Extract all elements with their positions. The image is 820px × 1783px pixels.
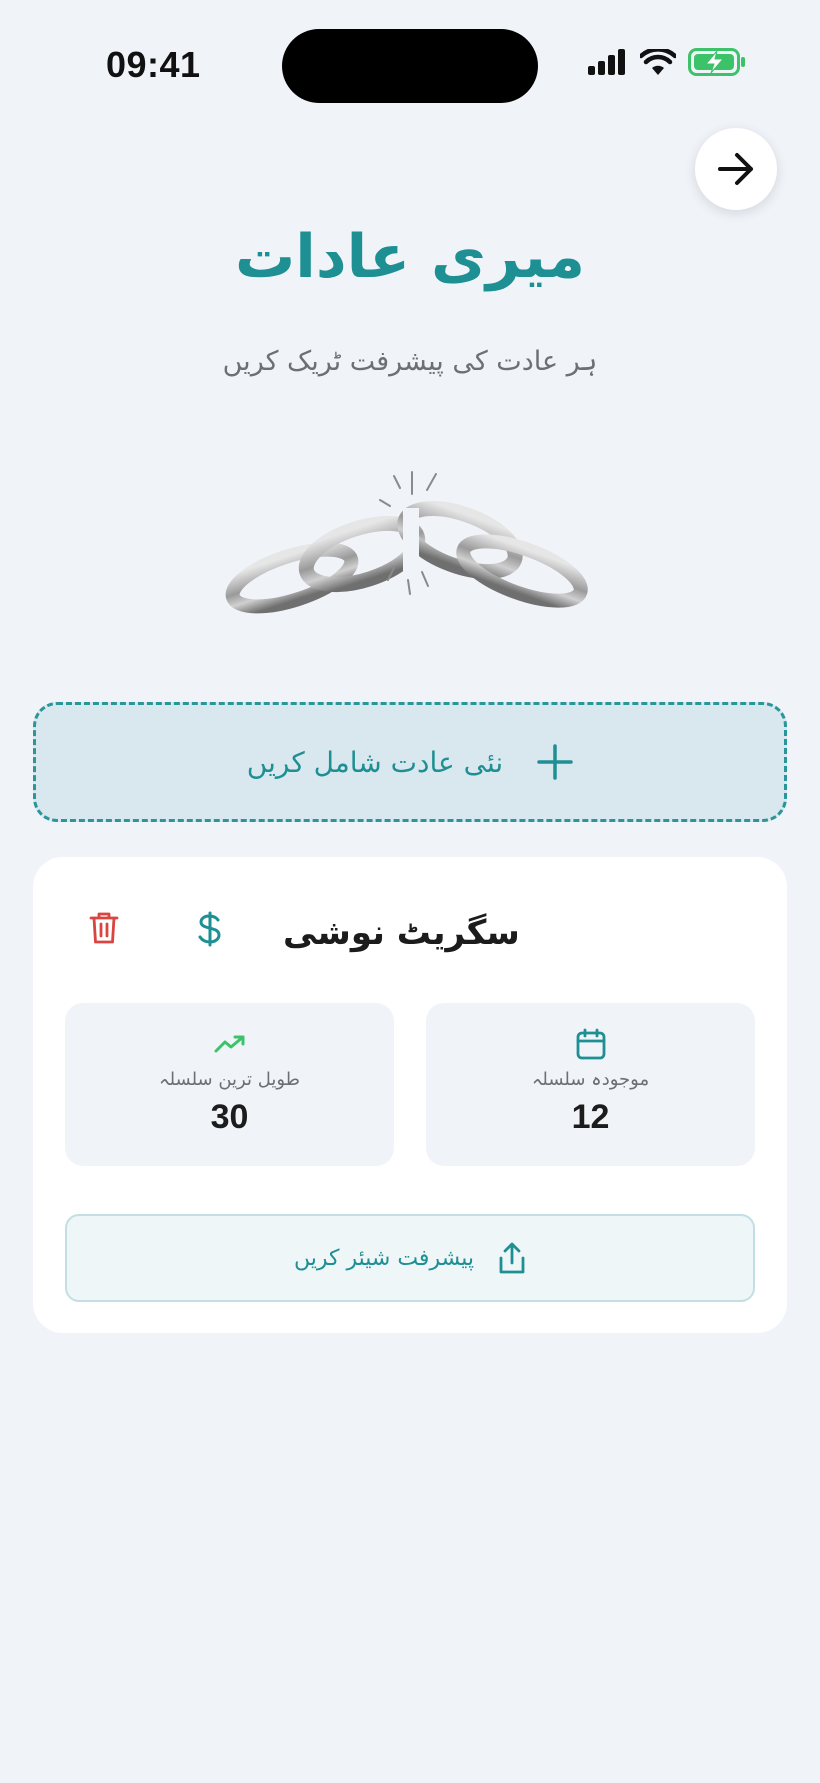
add-habit-button[interactable]: نئی عادت شامل کریں <box>33 702 787 822</box>
page-subtitle: ہر عادت کی پیشرفت ٹریک کریں <box>222 346 598 377</box>
wifi-icon <box>640 48 676 75</box>
battery-icon <box>688 48 745 76</box>
plus-icon <box>537 744 573 780</box>
longest-streak-label: طویل ترین سلسلہ <box>159 1069 300 1090</box>
arrow-right-icon <box>718 153 753 185</box>
current-streak-value: 12 <box>571 1098 610 1136</box>
current-streak-label: موجودہ سلسلہ <box>531 1069 650 1090</box>
longest-streak-value: 30 <box>210 1098 249 1136</box>
status-icons <box>588 48 746 76</box>
add-habit-label: نئی عادت شامل کریں <box>246 745 504 779</box>
dynamic-island <box>282 29 538 103</box>
longest-streak-stat: طویل ترین سلسلہ 30 <box>65 1003 394 1166</box>
share-icon <box>499 1242 525 1274</box>
calendar-icon <box>576 1028 605 1060</box>
status-time: 09:41 <box>106 44 201 85</box>
share-progress-button[interactable]: پیشرفت شیئر کریں <box>65 1214 755 1302</box>
signal-icon <box>588 49 625 75</box>
page-title: میری عادات <box>234 222 585 292</box>
habit-card: سگریٹ نوشی طویل ترین سلسلہ 30 موجودہ سلس… <box>33 857 787 1333</box>
back-button[interactable] <box>695 128 777 210</box>
trash-icon[interactable] <box>89 911 119 945</box>
dollar-icon <box>198 911 221 947</box>
trending-up-icon <box>214 1035 244 1053</box>
current-streak-stat: موجودہ سلسلہ 12 <box>426 1003 755 1166</box>
share-progress-label: پیشرفت شیئر کریں <box>294 1245 474 1271</box>
habit-name: سگریٹ نوشی <box>283 913 520 953</box>
habits-screen: 09:41 میری عادات ہر عادت کی پیشرفت ٹریک … <box>0 0 820 1783</box>
broken-chain-icon <box>225 471 588 614</box>
